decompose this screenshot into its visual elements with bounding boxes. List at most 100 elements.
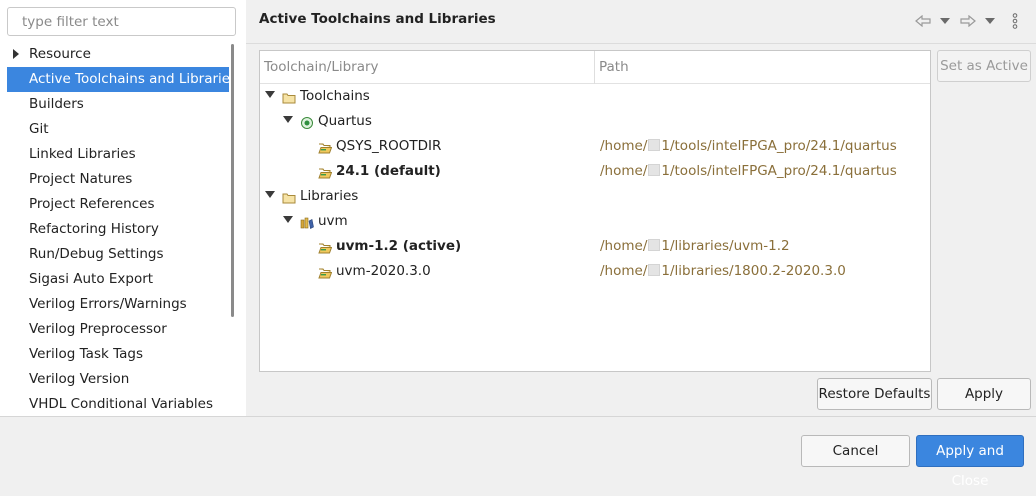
nav-item[interactable]: Verilog Task Tags (7, 342, 229, 367)
nav-item-label: Verilog Preprocessor (29, 321, 167, 337)
row-label: Toolchains (300, 88, 370, 104)
column-header-path[interactable]: Path (595, 51, 930, 84)
nav-item[interactable]: Resource (7, 42, 229, 67)
property-nav-list: Resource Active Toolchains and Libraries B… (7, 42, 237, 417)
redacted-mask (648, 264, 661, 276)
library-icon (300, 217, 314, 229)
row-label: 24.1 (default) (336, 163, 441, 179)
collapse-toggle-icon[interactable] (265, 91, 275, 98)
nav-item-label: Run/Debug Settings (29, 246, 164, 262)
forward-arrow-icon (960, 15, 976, 27)
nav-item[interactable]: Sigasi Auto Export (7, 267, 229, 292)
forward-history-menu-button[interactable] (980, 9, 1000, 33)
open-folder-icon (318, 143, 333, 154)
row-path: /home/1/tools/intelFPGA_pro/24.1/quartus (600, 163, 897, 179)
expand-caret-icon[interactable] (13, 49, 19, 59)
row-label: uvm-1.2 (active) (336, 238, 462, 254)
chevron-down-icon (985, 18, 995, 24)
nav-item-label: Sigasi Auto Export (29, 271, 154, 287)
row-path: /home/1/libraries/1800.2-2020.3.0 (600, 263, 846, 279)
open-folder-icon (318, 268, 333, 279)
toolchain-icon (301, 117, 313, 129)
toolchain-table[interactable]: Toolchain/Library Path Toolchains Quartus… (259, 50, 931, 372)
nav-item[interactable]: Builders (7, 92, 229, 117)
table-row[interactable]: uvm-2020.3.0/home/1/libraries/1800.2-202… (260, 259, 930, 284)
nav-scrollbar[interactable] (231, 44, 234, 317)
row-icon (300, 114, 314, 129)
row-icon (318, 264, 333, 279)
dialog-separator (0, 416, 1036, 417)
row-icon (318, 139, 333, 154)
page-title: Active Toolchains and Libraries (259, 11, 496, 27)
forward-button[interactable] (958, 9, 978, 33)
collapse-toggle-icon[interactable] (283, 116, 293, 123)
nav-item-label: Linked Libraries (29, 146, 136, 162)
back-history-menu-button[interactable] (935, 9, 955, 33)
cancel-button[interactable]: Cancel (801, 435, 910, 467)
collapse-toggle-icon[interactable] (265, 191, 275, 198)
apply-and-close-button[interactable]: Apply and Close (916, 435, 1024, 489)
table-row[interactable]: QSYS_ROOTDIR/home/1/tools/intelFPGA_pro/… (260, 134, 930, 159)
nav-item-label: Active Toolchains and Libraries (29, 71, 238, 87)
row-label: Quartus (318, 113, 372, 129)
apply-button[interactable]: Apply (937, 378, 1031, 410)
redacted-mask (648, 164, 661, 176)
nav-item-label: Refactoring History (29, 221, 159, 237)
row-label: uvm-2020.3.0 (336, 263, 431, 279)
row-icon (300, 214, 314, 229)
row-path: /home/1/tools/intelFPGA_pro/24.1/quartus (600, 138, 897, 154)
chevron-down-icon (940, 18, 950, 24)
row-icon (318, 164, 333, 179)
vertical-ellipsis-icon (1012, 13, 1018, 29)
nav-item[interactable]: Project References (7, 192, 229, 217)
open-folder-icon (318, 168, 333, 179)
nav-item-label: Builders (29, 96, 84, 112)
table-row[interactable]: Toolchains (260, 84, 930, 109)
nav-item[interactable]: VHDL Conditional Variables (7, 392, 229, 417)
nav-item[interactable]: Refactoring History (7, 217, 229, 242)
nav-item[interactable]: Run/Debug Settings (7, 242, 229, 267)
table-row[interactable]: uvm (260, 209, 930, 234)
nav-item-label: Verilog Task Tags (29, 346, 143, 362)
view-menu-button[interactable] (1005, 9, 1025, 33)
row-label: QSYS_ROOTDIR (336, 138, 442, 154)
nav-item-label: Project Natures (29, 171, 133, 187)
redacted-mask (648, 139, 661, 151)
filter-input[interactable] (7, 7, 236, 36)
nav-item[interactable]: Linked Libraries (7, 142, 229, 167)
nav-item[interactable]: Active Toolchains and Libraries (7, 67, 237, 92)
nav-item-label: Project References (29, 196, 155, 212)
nav-item-label: VHDL Conditional Variables (29, 396, 214, 412)
nav-item[interactable]: Project Natures (7, 167, 229, 192)
row-path: /home/1/libraries/uvm-1.2 (600, 238, 790, 254)
nav-item[interactable]: Verilog Preprocessor (7, 317, 229, 342)
restore-defaults-button[interactable]: Restore Defaults (817, 378, 932, 410)
nav-item[interactable]: Verilog Errors/Warnings (7, 292, 229, 317)
set-as-active-button[interactable]: Set as Active (937, 50, 1031, 82)
row-label: uvm (318, 213, 348, 229)
table-row[interactable]: 24.1 (default) /home/1/tools/intelFPGA_pr… (260, 159, 930, 184)
table-row[interactable]: uvm-1.2 (active) /home/1/libraries/uvm-1.… (260, 234, 930, 259)
nav-item-label: Verilog Errors/Warnings (29, 296, 187, 312)
table-row[interactable]: Quartus (260, 109, 930, 134)
title-separator (246, 43, 1036, 44)
open-folder-icon (318, 243, 333, 254)
folder-icon (282, 193, 296, 204)
nav-item-label: Git (29, 121, 49, 137)
table-row[interactable]: Libraries (260, 184, 930, 209)
nav-item-label: Verilog Version (29, 371, 130, 387)
nav-item-label: Resource (29, 46, 91, 62)
table-body: Toolchains Quartus QSYS_ROOTDIR/home/1/too… (260, 84, 930, 371)
redacted-mask (648, 239, 661, 251)
column-header-toolchain[interactable]: Toolchain/Library (260, 51, 594, 84)
nav-item[interactable]: Verilog Version (7, 367, 229, 392)
row-icon (318, 239, 333, 254)
row-label: Libraries (300, 188, 359, 204)
folder-icon (282, 93, 296, 104)
table-header: Toolchain/Library Path (260, 51, 930, 84)
collapse-toggle-icon[interactable] (283, 216, 293, 223)
nav-item[interactable]: Git (7, 117, 229, 142)
row-icon (282, 89, 296, 104)
back-button[interactable] (913, 9, 933, 33)
row-icon (282, 189, 296, 204)
